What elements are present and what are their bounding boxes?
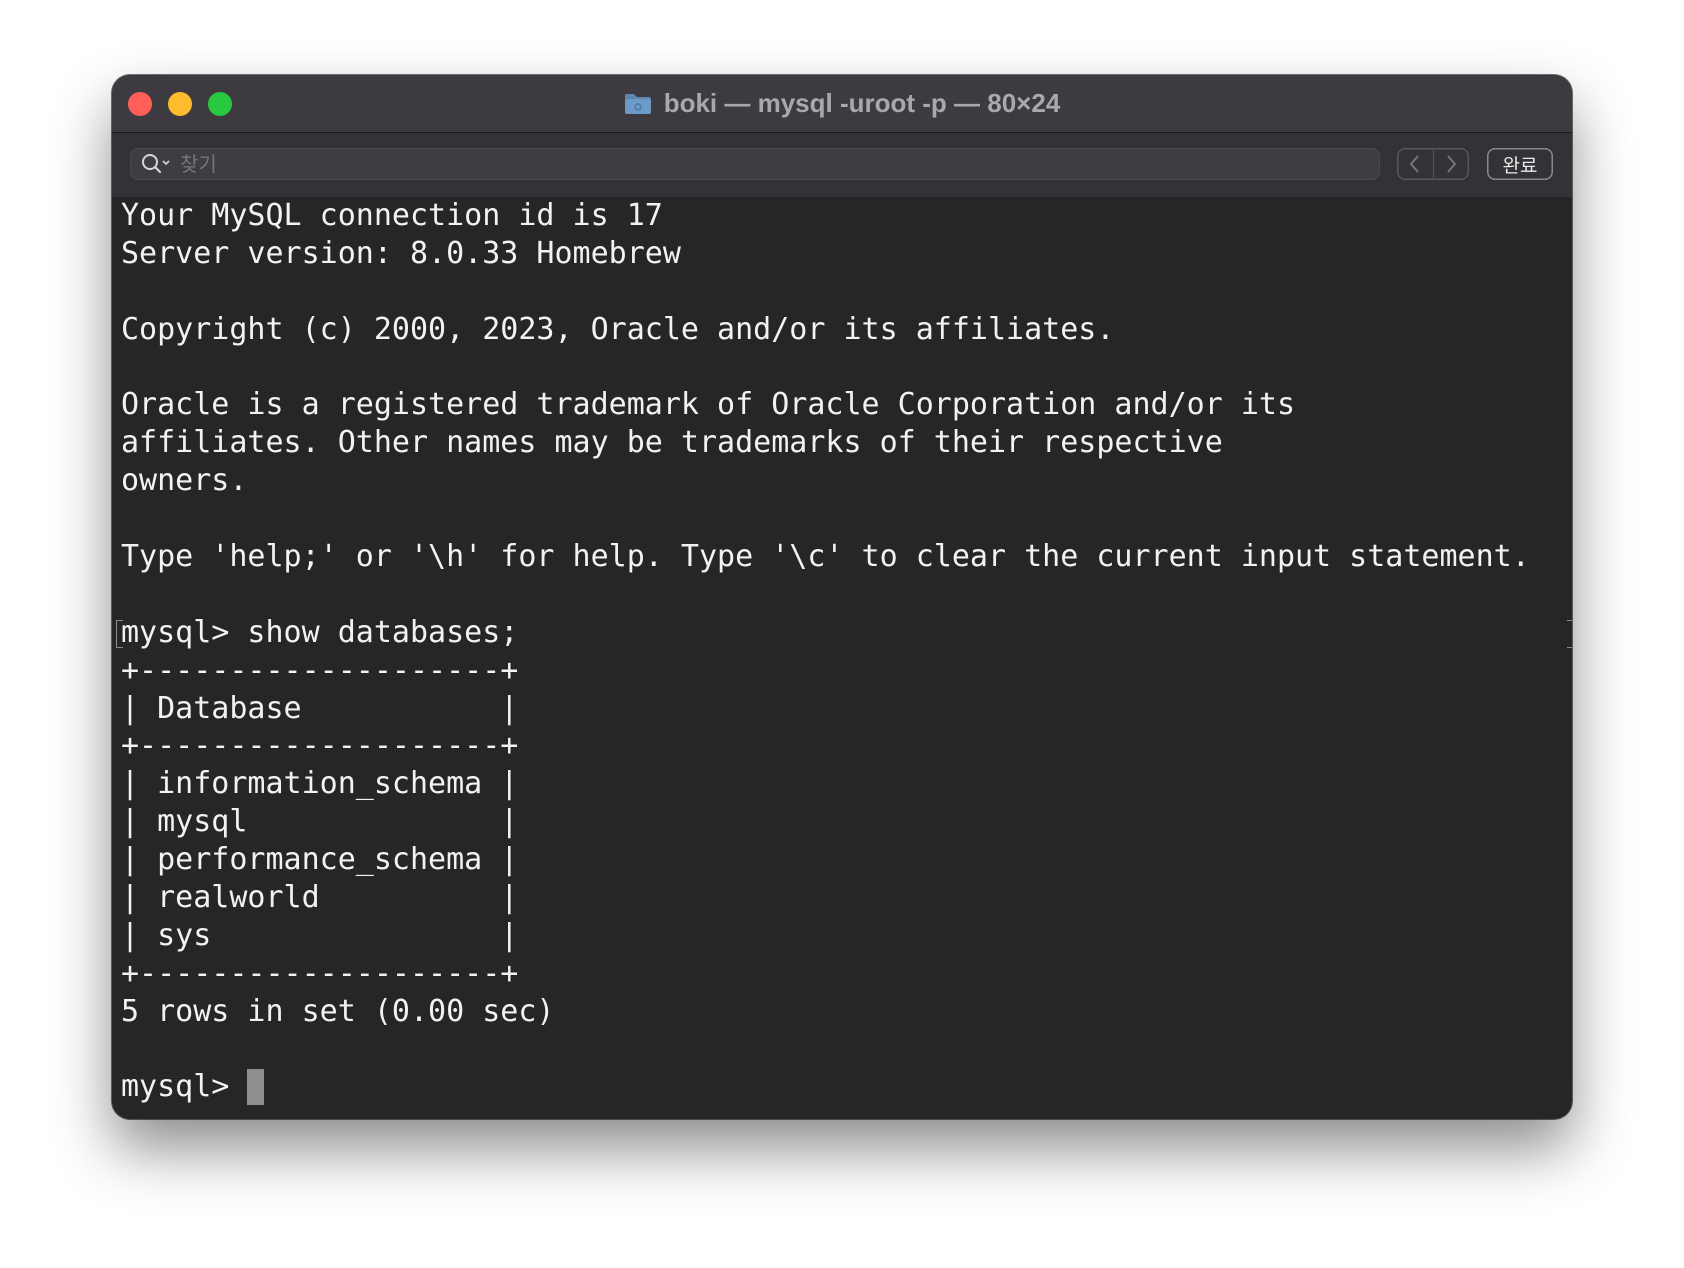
folder-icon	[624, 93, 652, 115]
terminal-window: boki — mysql -uroot -p — 80×24 찾기 완료 You…	[112, 75, 1572, 1119]
chevron-left-icon	[1409, 155, 1419, 173]
table-row: | sys |	[121, 917, 519, 953]
command-text: mysql> show databases;	[121, 614, 519, 650]
terminal-output[interactable]: Your MySQL connection id is 17 Server ve…	[116, 197, 1572, 1119]
table-row: | mysql |	[121, 804, 519, 840]
done-button[interactable]: 완료	[1487, 148, 1553, 180]
text-cursor	[247, 1069, 265, 1106]
terminal-line: Your MySQL connection id is 17	[121, 198, 663, 233]
terminal-line: Copyright (c) 2000, 2023, Oracle and/or …	[121, 311, 1115, 347]
table-row: | information_schema |	[121, 766, 519, 802]
mark-bracket-left	[116, 619, 123, 648]
prompt-text: mysql>	[121, 1069, 230, 1105]
table-border: +--------------------+	[121, 955, 519, 991]
search-field[interactable]	[130, 148, 1380, 180]
terminal-line: Server version: 8.0.33 Homebrew	[121, 235, 681, 271]
search-icon[interactable]	[140, 152, 174, 176]
result-summary: 5 rows in set (0.00 sec)	[121, 993, 555, 1029]
chevron-right-icon	[1447, 155, 1457, 173]
terminal-line: Oracle is a registered trademark of Orac…	[121, 387, 1295, 423]
terminal-line: Type 'help;' or '\h' for help. Type '\c'…	[121, 539, 1530, 575]
table-row: | realworld |	[121, 880, 519, 916]
find-previous-button[interactable]	[1397, 148, 1433, 180]
terminal-line: affiliates. Other names may be trademark…	[121, 425, 1223, 461]
find-navigation	[1397, 148, 1469, 180]
terminal-line: owners.	[121, 463, 248, 499]
prompt-line[interactable]: mysql>	[121, 1068, 1572, 1106]
command-line-marked: mysql> show databases;	[116, 614, 1572, 652]
title-bar[interactable]: boki — mysql -uroot -p — 80×24	[112, 75, 1572, 133]
table-border: +--------------------+	[121, 728, 519, 764]
table-border: +--------------------+	[121, 652, 519, 688]
window-title-container: boki — mysql -uroot -p — 80×24	[112, 75, 1572, 132]
mark-bracket-right	[1567, 619, 1572, 648]
search-input[interactable]	[180, 148, 1360, 180]
table-header: | Database |	[121, 690, 519, 726]
find-next-button[interactable]	[1432, 148, 1470, 180]
table-row: | performance_schema |	[121, 842, 519, 878]
window-title: boki — mysql -uroot -p — 80×24	[663, 88, 1061, 118]
find-bar: 완료	[112, 133, 1572, 197]
